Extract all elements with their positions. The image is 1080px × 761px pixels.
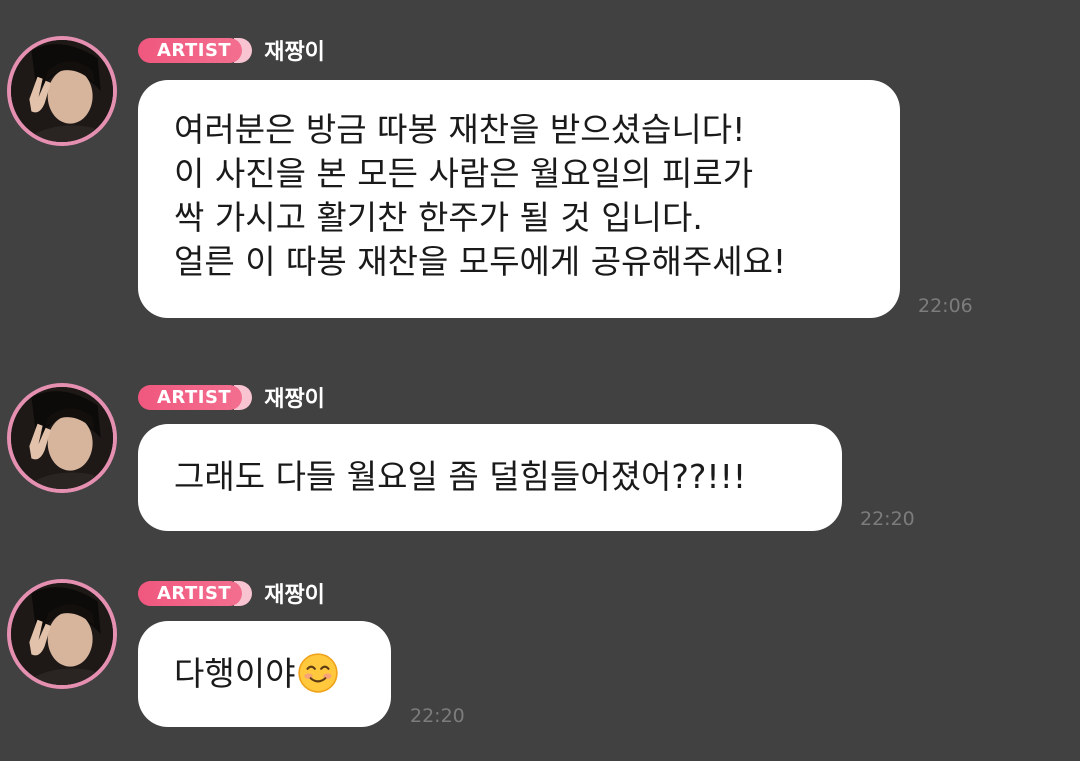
message-line: 이 사진을 본 모든 사람은 월요일의 피로가 [174,154,754,193]
sender-name[interactable]: 재짱이 [264,34,325,66]
message-line: 여러분은 방금 따봉 재찬을 받으셨습니다! [174,110,746,149]
message-line: 싹 가시고 활기찬 한주가 될 것 입니다. [174,198,703,237]
artist-badge: ARTIST [138,580,253,606]
avatar-photo [11,40,113,142]
avatar[interactable] [7,383,117,493]
message-text: 다행이야 [174,654,296,693]
sender-name[interactable]: 재짱이 [264,577,325,609]
message-timestamp: 22:06 [918,295,973,317]
message-line: 얼른 이 따봉 재찬을 모두에게 공유해주세요! [174,242,787,281]
sender-name[interactable]: 재짱이 [264,381,325,413]
message-timestamp: 22:20 [860,508,915,530]
artist-badge: ARTIST [138,384,253,410]
avatar-photo [11,387,113,489]
avatar[interactable] [7,36,117,146]
message-bubble[interactable]: 다행이야 [138,621,391,727]
avatar-photo [11,583,113,685]
message-text: 그래도 다들 월요일 좀 덜힘들어졌어??!!! [174,457,747,496]
sender-row: ARTIST 재짱이 [138,382,325,412]
message-bubble[interactable]: 여러분은 방금 따봉 재찬을 받으셨습니다! 이 사진을 본 모든 사람은 월요일… [138,80,900,318]
artist-badge: ARTIST [138,37,253,63]
message-bubble[interactable]: 그래도 다들 월요일 좀 덜힘들어졌어??!!! [138,424,842,531]
sender-row: ARTIST 재짱이 [138,35,325,65]
sender-row: ARTIST 재짱이 [138,578,325,608]
avatar[interactable] [7,579,117,689]
message-timestamp: 22:20 [410,705,465,727]
smiling-face-emoji-icon [298,652,339,693]
